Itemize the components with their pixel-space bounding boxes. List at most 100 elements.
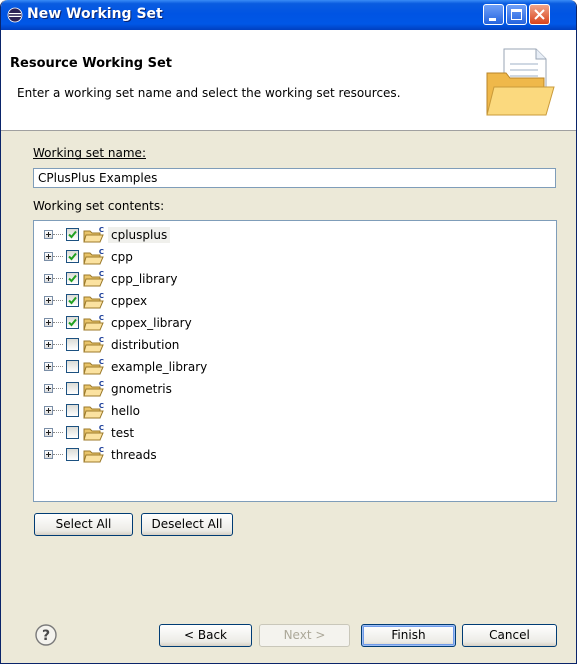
tree-connector-line xyxy=(53,454,63,455)
tree-item-checkbox[interactable] xyxy=(66,250,79,263)
cpp-project-folder-icon: C xyxy=(83,226,104,243)
tree-item-label[interactable]: cppex_library xyxy=(108,315,195,331)
tree-connector-line xyxy=(53,388,63,389)
select-all-button[interactable]: Select All xyxy=(34,513,133,536)
tree-connector-line xyxy=(53,432,63,433)
svg-text:?: ? xyxy=(42,628,50,644)
tree-connector-line xyxy=(53,322,63,323)
back-button[interactable]: < Back xyxy=(159,624,252,647)
checkmark-icon xyxy=(68,274,77,283)
tree-item-checkbox[interactable] xyxy=(66,360,79,373)
tree-connector-line xyxy=(53,278,63,279)
expand-plus-icon[interactable] xyxy=(44,428,53,437)
cpp-project-folder-icon: C xyxy=(83,424,104,441)
svg-text:C: C xyxy=(99,248,104,256)
tree-item-checkbox[interactable] xyxy=(66,426,79,439)
tree-connector-line xyxy=(53,234,63,235)
folder-wizard-icon xyxy=(486,48,555,116)
maximize-icon xyxy=(511,9,522,20)
tree-item[interactable]: Ctest xyxy=(34,422,334,444)
tree-item-label[interactable]: test xyxy=(108,425,137,441)
deselect-all-button[interactable]: Deselect All xyxy=(141,513,233,536)
tree-item-label[interactable]: cppex xyxy=(108,293,150,309)
tree-item-label[interactable]: hello xyxy=(108,403,143,419)
tree-item-checkbox[interactable] xyxy=(66,448,79,461)
dialog-window: New Working Set Resource Working Set Ent… xyxy=(0,0,577,664)
tree-item-checkbox[interactable] xyxy=(66,228,79,241)
svg-text:C: C xyxy=(99,336,104,344)
expand-plus-icon[interactable] xyxy=(44,406,53,415)
svg-text:C: C xyxy=(99,358,104,366)
cpp-project-folder-icon: C xyxy=(83,314,104,331)
minimize-button[interactable] xyxy=(483,4,504,25)
svg-text:C: C xyxy=(99,292,104,300)
tree-item-checkbox[interactable] xyxy=(66,404,79,417)
tree-item-label[interactable]: threads xyxy=(108,447,160,463)
tree-item[interactable]: Cthreads xyxy=(34,444,334,466)
tree-item-checkbox[interactable] xyxy=(66,338,79,351)
expand-plus-icon[interactable] xyxy=(44,450,53,459)
expand-plus-icon[interactable] xyxy=(44,230,53,239)
tree-item[interactable]: Chello xyxy=(34,400,334,422)
tree-item-label[interactable]: example_library xyxy=(108,359,210,375)
tree-item[interactable]: Cexample_library xyxy=(34,356,334,378)
cpp-project-folder-icon: C xyxy=(83,336,104,353)
expand-plus-icon[interactable] xyxy=(44,318,53,327)
cpp-project-folder-icon: C xyxy=(83,402,104,419)
tree-connector-line xyxy=(53,410,63,411)
eclipse-icon xyxy=(7,7,23,23)
expand-plus-icon[interactable] xyxy=(44,384,53,393)
title-bar[interactable]: New Working Set xyxy=(1,0,576,30)
expand-plus-icon[interactable] xyxy=(44,340,53,349)
expand-plus-icon[interactable] xyxy=(44,274,53,283)
working-set-name-input[interactable] xyxy=(33,168,556,188)
banner-description: Enter a working set name and select the … xyxy=(17,86,401,100)
tree-item[interactable]: Cdistribution xyxy=(34,334,334,356)
maximize-button[interactable] xyxy=(506,4,527,25)
help-icon[interactable]: ? xyxy=(35,624,57,646)
window-title: New Working Set xyxy=(27,6,163,22)
working-set-name-label: Working set name: xyxy=(33,146,146,160)
tree-item-label[interactable]: cpp_library xyxy=(108,271,180,287)
cpp-project-folder-icon: C xyxy=(83,270,104,287)
cpp-project-folder-icon: C xyxy=(83,292,104,309)
svg-text:C: C xyxy=(99,424,104,432)
svg-text:C: C xyxy=(99,380,104,388)
tree-item[interactable]: Ccppex_library xyxy=(34,312,334,334)
close-icon xyxy=(534,9,545,20)
svg-text:C: C xyxy=(99,446,104,454)
working-set-contents-tree[interactable]: Ccplusplus Ccpp Ccpp_library Ccppex Ccppex_l… xyxy=(33,220,557,502)
next-button[interactable]: Next > xyxy=(259,624,350,647)
cpp-project-folder-icon: C xyxy=(83,446,104,463)
tree-item-checkbox[interactable] xyxy=(66,316,79,329)
checkmark-icon xyxy=(68,318,77,327)
tree-item-checkbox[interactable] xyxy=(66,382,79,395)
tree-connector-line xyxy=(53,300,63,301)
banner-title: Resource Working Set xyxy=(10,56,173,71)
checkmark-icon xyxy=(68,296,77,305)
cpp-project-folder-icon: C xyxy=(83,248,104,265)
tree-item-label[interactable]: cplusplus xyxy=(108,227,171,243)
tree-connector-line xyxy=(53,344,63,345)
working-set-name-label-text: Working set name: xyxy=(33,146,146,160)
tree-item-label[interactable]: gnometris xyxy=(108,381,175,397)
finish-button[interactable]: Finish xyxy=(361,624,456,647)
tree-item[interactable]: Ccppex xyxy=(34,290,334,312)
tree-item-label[interactable]: distribution xyxy=(108,337,182,353)
tree-item-label[interactable]: cpp xyxy=(108,249,136,265)
tree-item[interactable]: Ccplusplus xyxy=(34,224,334,246)
tree-connector-line xyxy=(53,256,63,257)
cancel-button[interactable]: Cancel xyxy=(462,624,557,647)
svg-text:C: C xyxy=(99,314,104,322)
expand-plus-icon[interactable] xyxy=(44,296,53,305)
expand-plus-icon[interactable] xyxy=(44,252,53,261)
minimize-icon xyxy=(489,18,496,21)
close-button[interactable] xyxy=(529,4,550,25)
tree-item[interactable]: Cgnometris xyxy=(34,378,334,400)
expand-plus-icon[interactable] xyxy=(44,362,53,371)
tree-item-checkbox[interactable] xyxy=(66,294,79,307)
tree-item[interactable]: Ccpp_library xyxy=(34,268,334,290)
working-set-contents-label: Working set contents: xyxy=(33,199,165,213)
tree-item[interactable]: Ccpp xyxy=(34,246,334,268)
tree-item-checkbox[interactable] xyxy=(66,272,79,285)
